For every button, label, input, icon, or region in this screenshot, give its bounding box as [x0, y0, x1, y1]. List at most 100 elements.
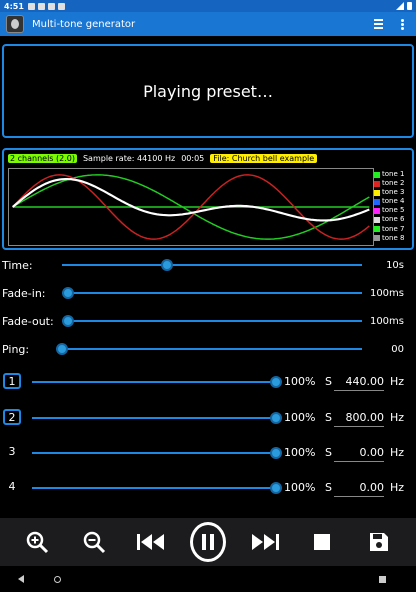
- tone-frequency-field[interactable]: 800.00: [334, 411, 384, 427]
- channels-badge: 2 channels (2.0): [8, 153, 77, 163]
- legend-label: tone 5: [382, 206, 405, 215]
- message-panel: Playing preset…: [2, 44, 414, 138]
- home-icon[interactable]: [54, 575, 61, 583]
- zoom-out-button[interactable]: [76, 524, 112, 560]
- fadeout-slider-thumb[interactable]: [62, 315, 74, 327]
- skip-forward-icon: [252, 534, 280, 550]
- waveform-view: [8, 168, 374, 246]
- tone-frequency-field[interactable]: 440.00: [334, 375, 384, 391]
- tone-s-toggle[interactable]: S: [325, 481, 332, 494]
- skip-forward-button[interactable]: [247, 524, 283, 560]
- ping-label: Ping:: [2, 343, 30, 356]
- tone-select-button[interactable]: 2: [3, 409, 21, 425]
- tone-volume-track[interactable]: [32, 452, 276, 454]
- fadeout-value: 100ms: [369, 316, 404, 327]
- tone-s-toggle[interactable]: S: [325, 446, 332, 459]
- tone-volume-thumb[interactable]: [270, 447, 282, 459]
- legend-label: tone 4: [382, 197, 405, 206]
- legend-swatch: [374, 198, 380, 205]
- legend-label: tone 2: [382, 179, 405, 188]
- tone-frequency-unit: Hz: [390, 375, 405, 388]
- tone-number: 4: [8, 480, 16, 493]
- zoom-out-icon: [83, 531, 105, 554]
- notification-icon: [27, 2, 35, 10]
- file-badge: File: Church bell example: [210, 153, 318, 163]
- transport-bar: [0, 518, 416, 566]
- tone-volume-track[interactable]: [32, 487, 276, 489]
- ping-slider-track[interactable]: [62, 348, 362, 350]
- tone-legend: tone 1 tone 2 tone 3 tone 4 tone 5 tone 6 tone…: [374, 170, 414, 243]
- legend-item: tone 4: [374, 197, 414, 206]
- legend-swatch: [374, 189, 380, 196]
- tone-volume-thumb[interactable]: [270, 376, 282, 388]
- overflow-menu-icon[interactable]: [401, 18, 404, 30]
- legend-item: tone 3: [374, 188, 414, 197]
- legend-label: tone 3: [382, 188, 405, 197]
- time-slider-track[interactable]: [62, 264, 362, 266]
- fadein-slider-track[interactable]: [62, 292, 362, 294]
- legend-swatch: [374, 180, 380, 187]
- list-icon[interactable]: [374, 19, 383, 29]
- tone-volume-track[interactable]: [32, 381, 276, 383]
- tone-volume-value: 100%: [284, 375, 316, 388]
- wave-combined: [11, 177, 370, 222]
- legend-label: tone 7: [382, 224, 405, 233]
- back-icon[interactable]: [18, 575, 24, 583]
- fadein-slider-thumb[interactable]: [62, 287, 74, 299]
- legend-label: tone 8: [382, 233, 405, 242]
- tone-frequency-unit: Hz: [390, 481, 405, 494]
- stop-button[interactable]: [304, 524, 340, 560]
- pause-icon: [189, 522, 226, 562]
- legend-item: tone 5: [374, 206, 414, 215]
- rewind-button[interactable]: [133, 524, 169, 560]
- tone-volume-track[interactable]: [32, 417, 276, 419]
- app-title: Multi-tone generator: [32, 18, 136, 30]
- recents-icon[interactable]: [379, 575, 386, 583]
- legend-item: tone 6: [374, 215, 414, 224]
- tone-frequency-field[interactable]: 0.00: [334, 446, 384, 462]
- tone-volume-value: 100%: [284, 446, 316, 459]
- zoom-in-button[interactable]: [19, 524, 55, 560]
- app-bar: Multi-tone generator: [0, 12, 416, 36]
- save-icon: [370, 533, 389, 551]
- time-slider-thumb[interactable]: [161, 259, 173, 271]
- signal-icon: [396, 2, 404, 10]
- legend-item: tone 2: [374, 179, 414, 188]
- fadeout-label: Fade-out:: [2, 315, 54, 328]
- legend-label: tone 1: [382, 170, 405, 178]
- zoom-in-icon: [26, 531, 48, 554]
- tone-select-button[interactable]: 1: [3, 373, 21, 389]
- tone-volume-thumb[interactable]: [270, 482, 282, 494]
- legend-swatch: [374, 171, 380, 178]
- tone-frequency-unit: Hz: [390, 446, 405, 459]
- fadeout-slider-track[interactable]: [62, 320, 362, 322]
- tone-s-toggle[interactable]: S: [325, 411, 332, 424]
- app-notification-icon: [47, 2, 55, 10]
- status-time: 4:51: [4, 1, 24, 11]
- tone-s-toggle[interactable]: S: [325, 375, 332, 388]
- legend-swatch: [374, 207, 380, 214]
- elapsed-time: 00:05: [181, 153, 205, 163]
- status-message: Playing preset…: [143, 81, 273, 101]
- tone-volume-value: 100%: [284, 481, 316, 494]
- time-value: 10s: [386, 260, 404, 271]
- pause-button[interactable]: [189, 522, 226, 562]
- stop-icon: [314, 534, 331, 550]
- legend-swatch: [374, 226, 380, 233]
- sync-icon: [57, 2, 65, 10]
- speaker-logo-icon: [6, 15, 24, 33]
- ping-slider-thumb[interactable]: [56, 343, 68, 355]
- tone-volume-value: 100%: [284, 411, 316, 424]
- tone-volume-thumb[interactable]: [270, 412, 282, 424]
- tone-frequency-field[interactable]: 0.00: [334, 481, 384, 497]
- tone-frequency-unit: Hz: [390, 411, 405, 424]
- time-label: Time:: [2, 259, 33, 272]
- info-bar: 2 channels (2.0) Sample rate: 44100 Hz 0…: [8, 152, 318, 164]
- legend-swatch: [374, 217, 380, 224]
- battery-icon: [407, 2, 412, 10]
- save-button[interactable]: [361, 524, 397, 560]
- system-nav-bar: [0, 566, 416, 592]
- status-bar: 4:51: [0, 0, 416, 12]
- tone-number: 3: [8, 445, 16, 458]
- fadein-value: 100ms: [369, 288, 404, 299]
